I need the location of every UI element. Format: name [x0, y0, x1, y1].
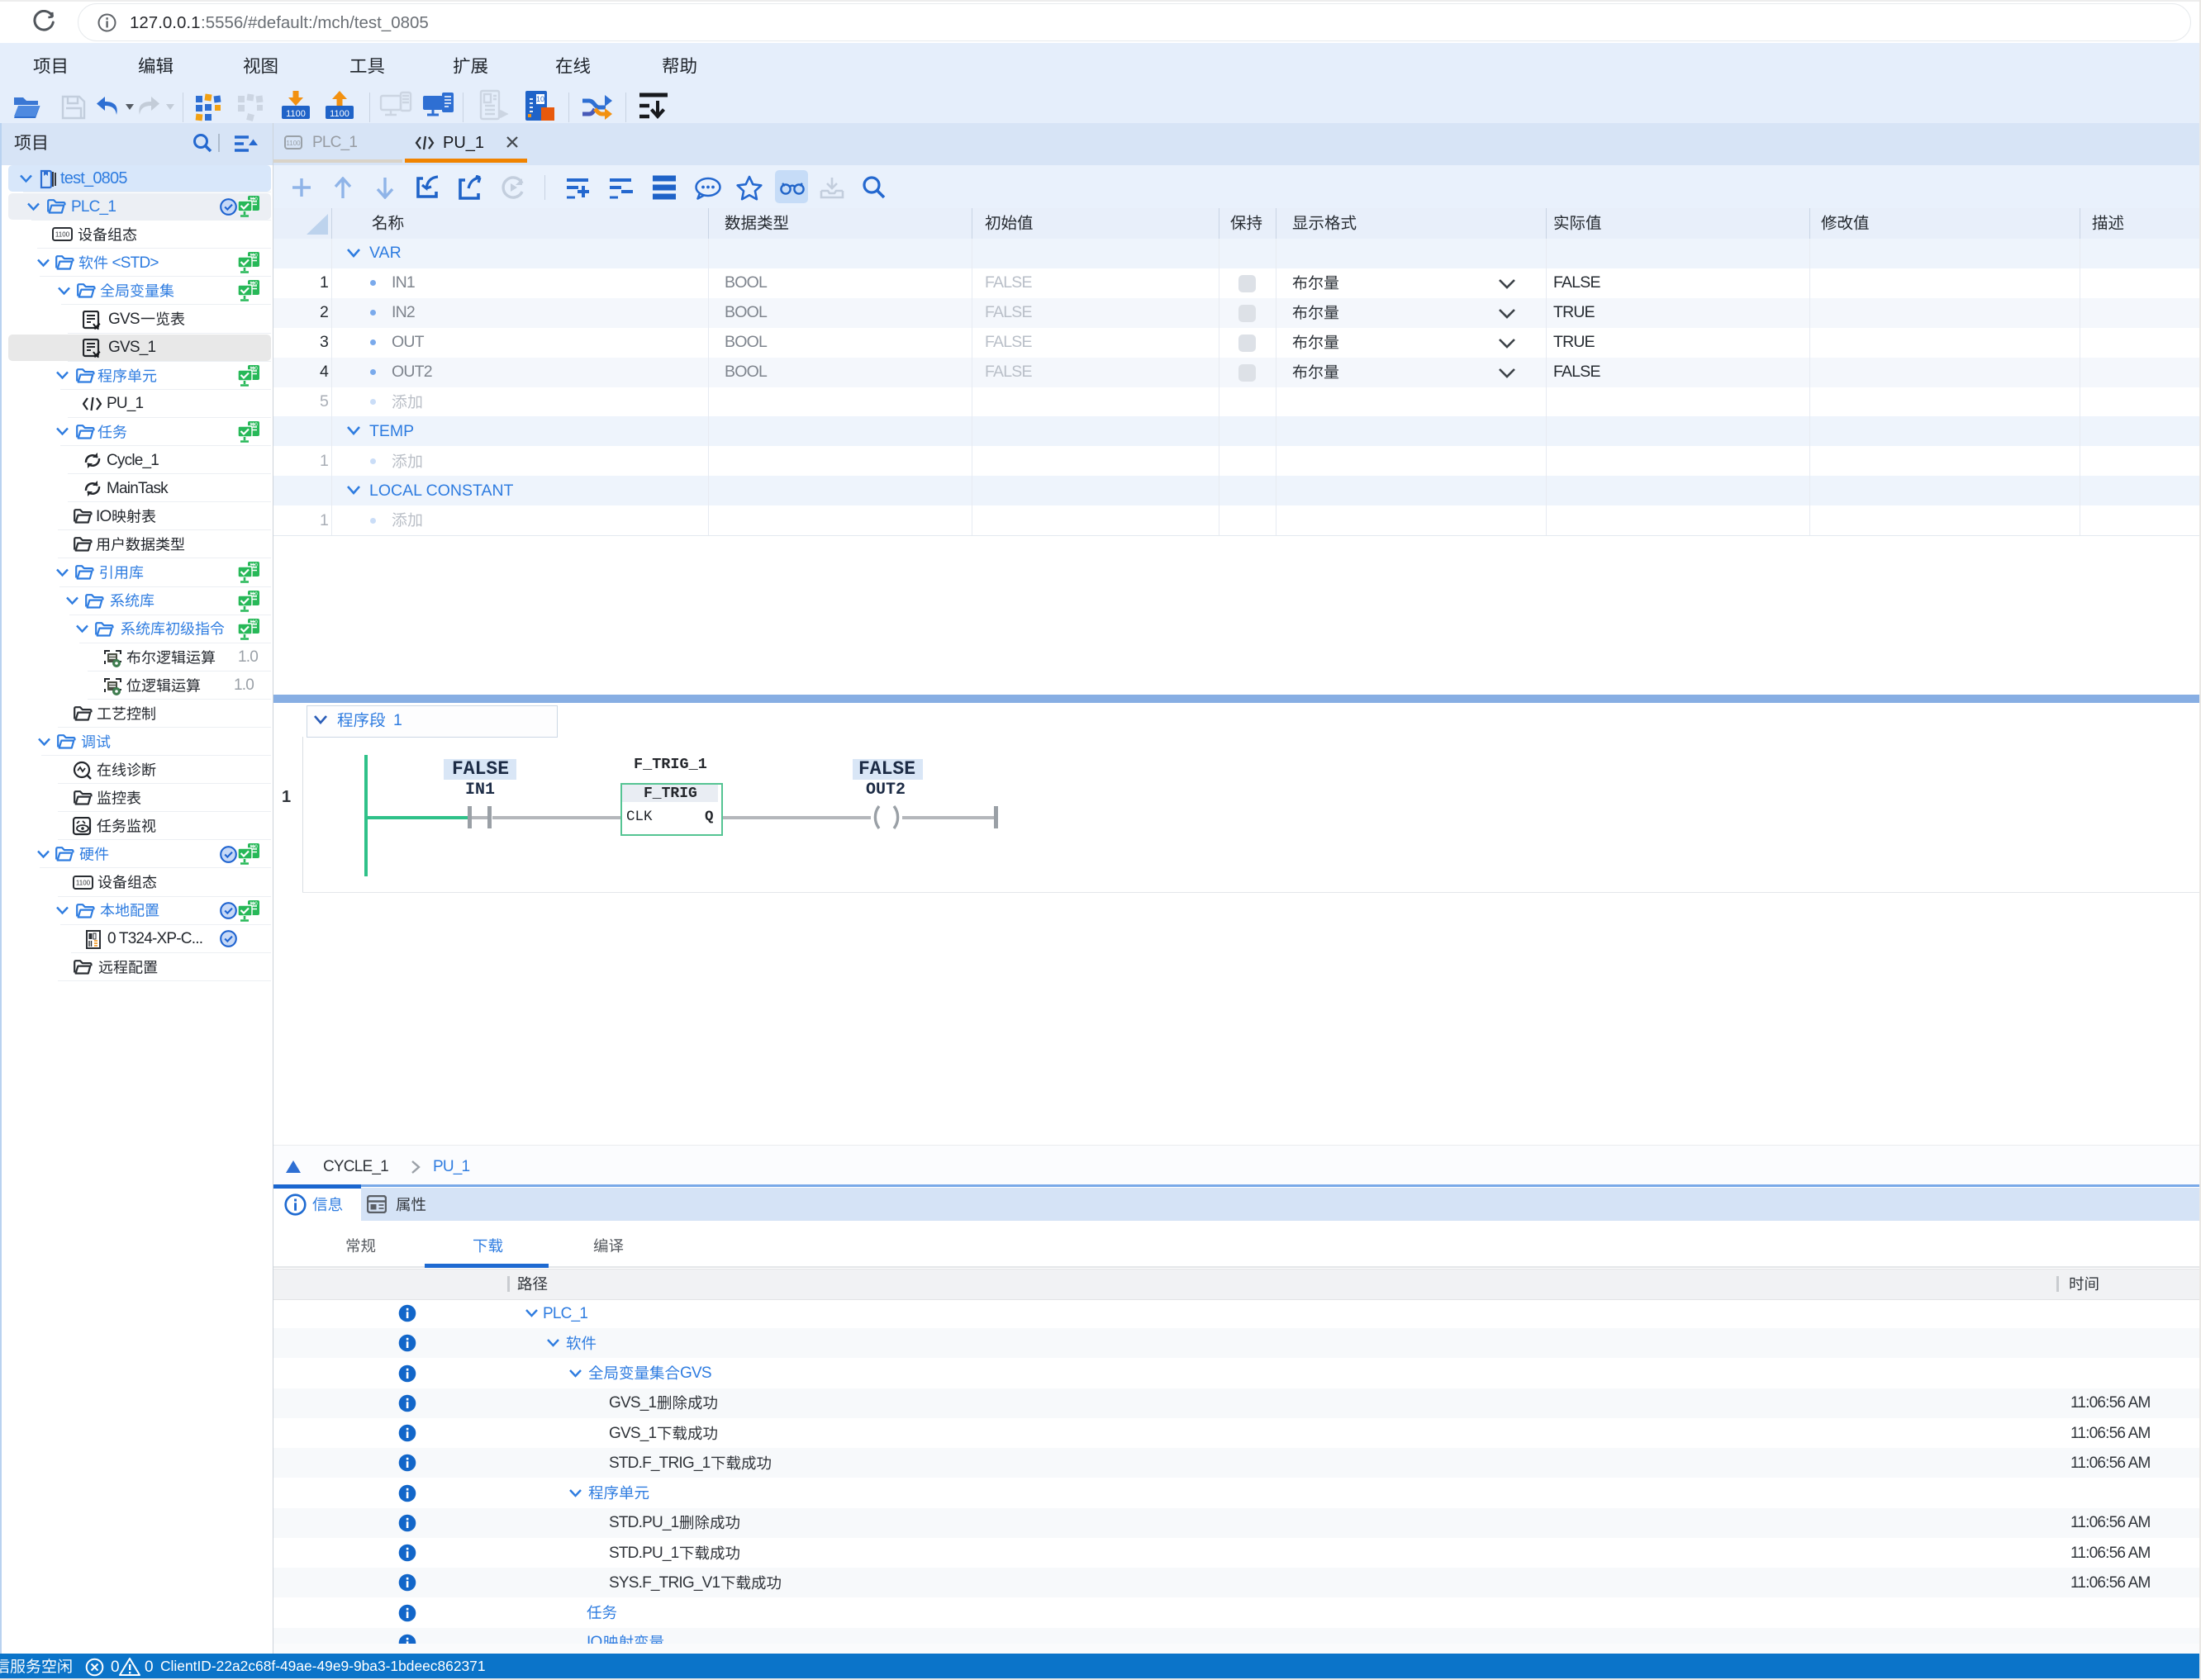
svg-text:1100: 1100	[286, 140, 301, 147]
svg-text:1100: 1100	[76, 880, 91, 887]
svg-text:1100: 1100	[330, 109, 349, 119]
svg-text:10: 10	[536, 95, 544, 103]
svg-text:1100: 1100	[286, 109, 306, 119]
svg-text:1100: 1100	[55, 231, 70, 239]
